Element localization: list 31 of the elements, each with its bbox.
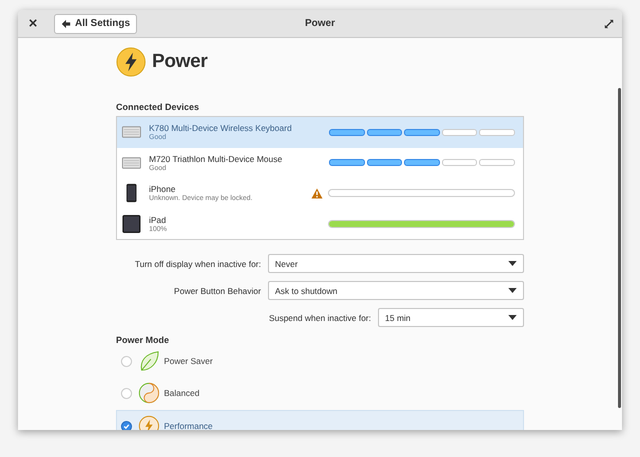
dropdown[interactable]: 15 min [378,308,524,327]
section-heading: Connected Devices [116,102,200,112]
setting-label: Power Button Behavior [174,286,261,296]
leaf-icon [138,350,160,372]
dropdown[interactable]: Never [268,254,524,273]
device-name: iPhone [149,184,176,194]
radio-button[interactable] [121,420,132,430]
tablet-icon [122,214,141,234]
window-title: Power [305,18,335,29]
power-mode-option[interactable]: Performance [116,410,524,430]
setting-label: Suspend when inactive for: [268,312,371,322]
device-name: M720 Triathlon Multi-Device Mouse [149,154,284,164]
arrow-left-icon [61,18,71,28]
lightning-icon [116,47,146,77]
caret-icon [508,261,517,266]
section-heading: Power Mode [116,335,170,345]
back-button[interactable]: All Settings [54,14,138,34]
close-button[interactable]: × [22,15,44,32]
device-name: iPad [149,214,168,225]
power-mode-option[interactable]: Balanced [116,377,524,409]
power-mode-option[interactable]: Power Saver [116,345,524,377]
check-icon [122,422,131,430]
device-name: K780 Multi-Device Wireless Keyboard [149,123,293,134]
caret-icon [508,315,517,320]
dropdown[interactable]: Ask to shutdown [268,281,524,300]
setting-label: Turn off display when inactive for: [134,258,261,268]
scrollbar[interactable] [618,88,621,408]
maximize-icon[interactable] [604,18,614,28]
balance-icon [138,382,160,404]
page-title: Power [152,51,208,73]
caret-icon [508,288,517,293]
